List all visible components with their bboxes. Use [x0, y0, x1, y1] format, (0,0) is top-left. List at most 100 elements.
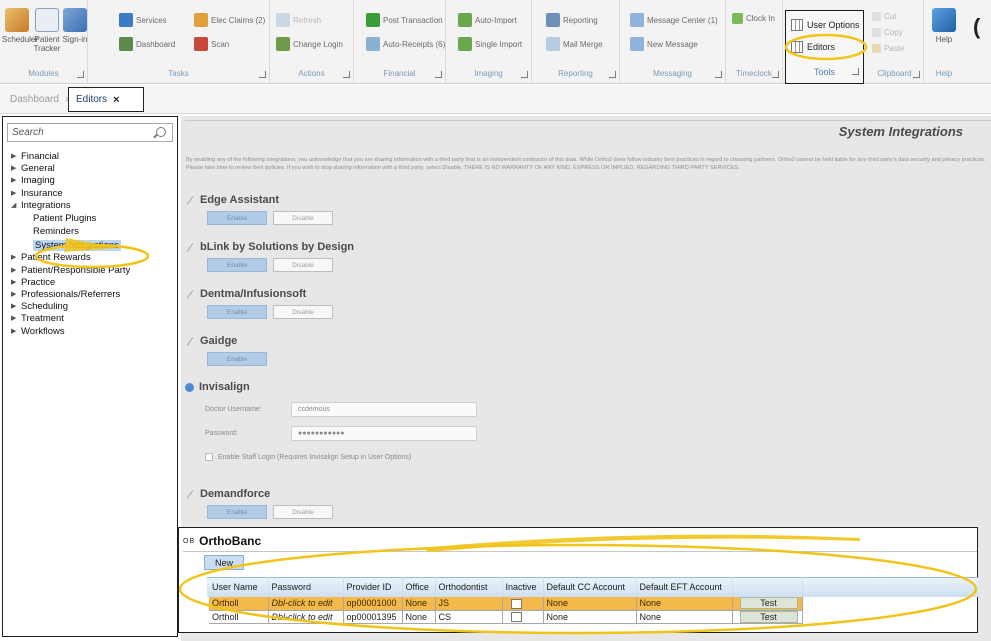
tree-item-insurance[interactable]: ▶ Insurance: [11, 188, 175, 200]
post-transaction-button[interactable]: Post Transaction: [366, 12, 443, 28]
services-button[interactable]: Services: [119, 12, 167, 28]
column-header-user-name[interactable]: User Name: [209, 577, 269, 597]
patient-tracker-button[interactable]: Patient Tracker: [32, 8, 62, 53]
test-button[interactable]: Test: [739, 610, 798, 623]
disable-button[interactable]: Disable: [273, 211, 333, 225]
column-header-default-cc[interactable]: Default CC Account: [543, 577, 637, 597]
enable-button[interactable]: Enable: [207, 305, 267, 319]
tree-item-system-integrations[interactable]: System Integrations: [11, 239, 175, 253]
tree-item-workflows[interactable]: ▶ Workflows: [11, 326, 175, 338]
cell-password[interactable]: Dbl-click to edit: [268, 610, 344, 624]
change-login-button[interactable]: Change Login: [276, 36, 343, 52]
cut-button[interactable]: Cut: [872, 8, 896, 24]
chevron-right-icon[interactable]: ▶: [11, 326, 21, 338]
group-launcher-icon[interactable]: [772, 71, 779, 78]
enable-button[interactable]: Enable: [207, 258, 267, 272]
table-row[interactable]: Ortholl Dbl-click to edit op00001000 Non…: [209, 597, 803, 611]
cell-default-cc[interactable]: None: [543, 597, 637, 611]
column-header-inactive[interactable]: Inactive: [502, 577, 544, 597]
cell-user-name[interactable]: Ortholl: [209, 610, 269, 624]
elec-claims-button[interactable]: Elec Claims (2): [194, 12, 265, 28]
group-launcher-icon[interactable]: [435, 71, 442, 78]
tree-item-reminders[interactable]: Reminders: [11, 225, 175, 239]
chevron-right-icon[interactable]: ▶: [11, 277, 21, 289]
clock-in-button[interactable]: Clock In: [732, 10, 775, 26]
cell-provider-id[interactable]: op00001395: [343, 610, 403, 624]
scheduler-button[interactable]: Scheduler: [2, 8, 38, 44]
group-launcher-icon[interactable]: [852, 68, 859, 75]
tree-item-scheduling[interactable]: ▶ Scheduling: [11, 301, 175, 313]
enable-button[interactable]: Enable: [207, 352, 267, 366]
password-field[interactable]: [291, 425, 477, 441]
chevron-right-icon[interactable]: ▶: [11, 188, 21, 200]
tree-item-integrations[interactable]: ◢ Integrations: [11, 200, 175, 212]
group-launcher-icon[interactable]: [521, 71, 528, 78]
search-icon[interactable]: [156, 127, 166, 137]
new-message-button[interactable]: New Message: [630, 36, 698, 52]
tree-item-imaging[interactable]: ▶ Imaging: [11, 175, 175, 187]
tree-item-patient-responsible-party[interactable]: ▶ Patient/Responsible Party: [11, 265, 175, 277]
new-account-button[interactable]: New: [204, 555, 244, 570]
tree-item-treatment[interactable]: ▶ Treatment: [11, 313, 175, 325]
test-button[interactable]: Test: [739, 597, 798, 610]
scan-button[interactable]: Scan: [194, 36, 229, 52]
group-launcher-icon[interactable]: [913, 71, 920, 78]
single-import-button[interactable]: Single Import: [458, 36, 522, 52]
copy-button[interactable]: Copy: [872, 24, 903, 40]
group-launcher-icon[interactable]: [77, 71, 84, 78]
cell-password[interactable]: Dbl-click to edit: [268, 597, 344, 611]
cell-office[interactable]: None: [402, 610, 436, 624]
tab-editors[interactable]: Editors ×: [68, 87, 144, 112]
doctor-username-field[interactable]: [291, 401, 477, 417]
cell-default-cc[interactable]: None: [543, 610, 637, 624]
column-header-orthodontist[interactable]: Orthodontist: [435, 577, 503, 597]
cell-default-eft[interactable]: None: [636, 597, 733, 611]
refresh-button[interactable]: Refresh: [276, 12, 321, 28]
column-header-default-eft[interactable]: Default EFT Account: [636, 577, 733, 597]
group-launcher-icon[interactable]: [259, 71, 266, 78]
dashboard-button[interactable]: Dashboard: [119, 36, 175, 52]
staff-login-checkbox[interactable]: [205, 453, 213, 461]
chevron-right-icon[interactable]: ▶: [11, 151, 21, 163]
tree-item-professionals-referrers[interactable]: ▶ Professionals/Referrers: [11, 289, 175, 301]
cell-office[interactable]: None: [402, 597, 436, 611]
enable-button[interactable]: Enable: [207, 211, 267, 225]
chevron-down-icon[interactable]: ◢: [11, 200, 21, 212]
message-center-button[interactable]: Message Center (1): [630, 12, 718, 28]
column-header-password[interactable]: Password: [268, 577, 344, 597]
group-launcher-icon[interactable]: [609, 71, 616, 78]
close-icon[interactable]: ×: [113, 94, 119, 106]
cell-orthodontist[interactable]: JS: [435, 597, 503, 611]
enable-button[interactable]: Enable: [207, 505, 267, 519]
chevron-right-icon[interactable]: ▶: [11, 163, 21, 175]
tree-item-practice[interactable]: ▶ Practice: [11, 277, 175, 289]
chevron-right-icon[interactable]: ▶: [11, 313, 21, 325]
disable-button[interactable]: Disable: [273, 305, 333, 319]
cell-default-eft[interactable]: None: [636, 610, 733, 624]
auto-receipts-button[interactable]: Auto-Receipts (6): [366, 36, 445, 52]
table-row[interactable]: Ortholl Dbl-click to edit op00001395 Non…: [209, 610, 803, 624]
help-button[interactable]: Help: [929, 8, 959, 44]
tree-item-financial[interactable]: ▶ Financial: [11, 151, 175, 163]
column-header-office[interactable]: Office: [402, 577, 436, 597]
editors-button[interactable]: Editors: [791, 38, 835, 56]
tree-item-patient-rewards[interactable]: ▶ Patient Rewards: [11, 252, 175, 264]
sign-in-button[interactable]: Sign-in: [60, 8, 90, 44]
user-options-button[interactable]: User Options: [791, 16, 860, 34]
column-header-provider-id[interactable]: Provider ID: [343, 577, 403, 597]
reporting-button[interactable]: Reporting: [546, 12, 598, 28]
cell-user-name[interactable]: Ortholl: [209, 597, 269, 611]
chevron-right-icon[interactable]: ▶: [11, 175, 21, 187]
auto-import-button[interactable]: Auto-Import: [458, 12, 517, 28]
cell-orthodontist[interactable]: CS: [435, 610, 503, 624]
tree-item-patient-plugins[interactable]: Patient Plugins: [11, 212, 175, 226]
chevron-right-icon[interactable]: ▶: [11, 252, 21, 264]
search-input[interactable]: [12, 127, 152, 138]
group-launcher-icon[interactable]: [343, 71, 350, 78]
chevron-right-icon[interactable]: ▶: [11, 289, 21, 301]
group-launcher-icon[interactable]: [715, 71, 722, 78]
inactive-checkbox[interactable]: [510, 598, 522, 609]
tree-item-general[interactable]: ▶ General: [11, 163, 175, 175]
cell-provider-id[interactable]: op00001000: [343, 597, 403, 611]
disable-button[interactable]: Disable: [273, 258, 333, 272]
